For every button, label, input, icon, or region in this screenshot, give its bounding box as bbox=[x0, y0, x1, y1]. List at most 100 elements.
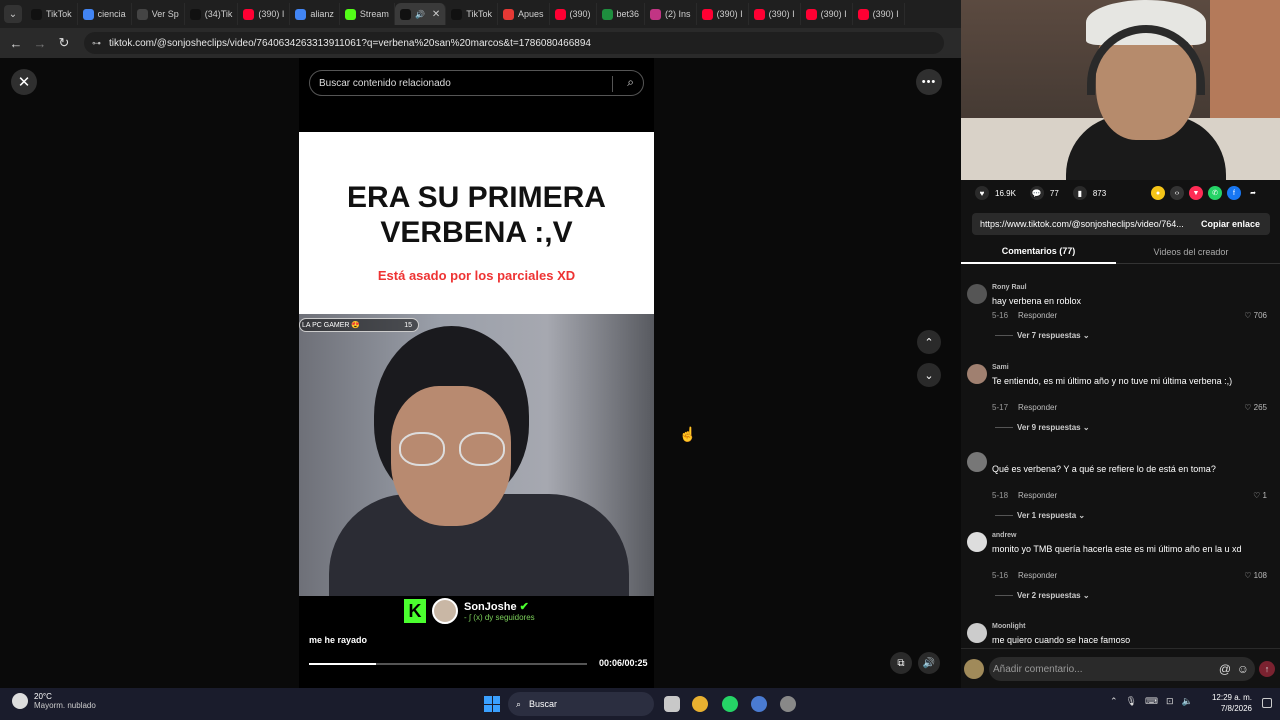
comment-likes[interactable]: ♡ 1 bbox=[1253, 491, 1267, 500]
view-replies-button[interactable]: Ver 1 respuesta ⌄ bbox=[995, 511, 1085, 520]
browser-tab[interactable]: (390) I bbox=[697, 3, 749, 25]
file-explorer-icon[interactable] bbox=[664, 696, 680, 712]
tab-search-chevron-icon[interactable]: ⌄ bbox=[4, 5, 22, 23]
reply-button[interactable]: Responder bbox=[1018, 311, 1057, 320]
related-search-input[interactable]: Buscar contenido relacionado ⌕ bbox=[309, 70, 644, 96]
comment-avatar[interactable] bbox=[967, 452, 987, 472]
copy-link-button[interactable]: Copiar enlace bbox=[1201, 219, 1260, 229]
video-frame: LA PC GAMER 😍 15 bbox=[299, 314, 654, 596]
bookmark-icon[interactable]: ▮ bbox=[1072, 186, 1087, 200]
tab-comments[interactable]: Comentarios (77) bbox=[961, 240, 1116, 264]
network-icon[interactable]: ⊡ bbox=[1166, 696, 1174, 707]
heart-icon[interactable]: ♥ bbox=[975, 186, 989, 200]
share-arrow-icon[interactable]: ➦ bbox=[1246, 186, 1260, 200]
weather-widget[interactable]: 20°C Mayorm. nublado bbox=[12, 692, 96, 710]
notification-icon[interactable] bbox=[1262, 698, 1272, 708]
saves-count: 873 bbox=[1092, 188, 1107, 198]
tab-audio-icon[interactable]: 🔊 bbox=[415, 10, 425, 19]
browser-tab[interactable]: (390) I bbox=[238, 3, 291, 25]
browser-tab[interactable]: (390) I bbox=[749, 3, 801, 25]
volume-icon[interactable]: 🔊 bbox=[918, 652, 940, 674]
browser-tab[interactable]: Ver Sp bbox=[132, 3, 185, 25]
stream-tag: LA PC GAMER 😍 15 bbox=[299, 318, 419, 332]
tab-favicon-icon bbox=[753, 8, 765, 20]
comment-avatar[interactable] bbox=[967, 284, 987, 304]
browser-tab[interactable]: (34)Tik bbox=[185, 3, 239, 25]
app-icon[interactable] bbox=[780, 696, 796, 712]
next-video-chevron-down-icon[interactable]: ⌄ bbox=[917, 363, 941, 387]
clock[interactable]: 12:29 a. m. 7/8/2026 bbox=[1206, 692, 1252, 714]
reply-button[interactable]: Responder bbox=[1018, 403, 1057, 412]
browser-tab[interactable]: (390) I bbox=[801, 3, 853, 25]
comment-text: hay verbena en roblox bbox=[992, 296, 1082, 306]
whatsapp-taskbar-icon[interactable] bbox=[722, 696, 738, 712]
browser-tab[interactable]: Stream bbox=[340, 3, 395, 25]
add-comment-input[interactable]: Añadir comentario... @ ☺ bbox=[989, 657, 1255, 681]
weather-temp: 20°C bbox=[34, 692, 52, 701]
url-field[interactable]: ⊶ tiktok.com/@sonjosheclips/video/764063… bbox=[84, 32, 944, 54]
comment-meta: 5-16 Responder bbox=[992, 571, 1057, 580]
speaker-icon[interactable]: 🔈 bbox=[1182, 696, 1193, 707]
post-comment-arrow-icon[interactable]: ↑ bbox=[1259, 661, 1275, 677]
browser-tab[interactable]: Apues bbox=[498, 3, 550, 25]
comment-username[interactable]: Sami bbox=[992, 364, 1009, 371]
taskbar-search[interactable]: ⌕ Buscar bbox=[508, 692, 654, 716]
progress-bar[interactable] bbox=[309, 663, 587, 665]
picture-in-picture-icon[interactable]: ⧉ bbox=[890, 652, 912, 674]
browser-tab[interactable]: (390) bbox=[550, 3, 597, 25]
comment-icon[interactable]: 💬 bbox=[1029, 186, 1044, 200]
browser-tab[interactable]: (2) Ins bbox=[645, 3, 697, 25]
video-player[interactable]: Buscar contenido relacionado ⌕ ERA SU PR… bbox=[299, 58, 654, 688]
comment-username[interactable]: Rony Raul bbox=[992, 284, 1027, 291]
chrome-profile-icon[interactable] bbox=[751, 696, 767, 712]
comment-avatar[interactable] bbox=[967, 623, 987, 643]
keyboard-icon[interactable]: ⌨ bbox=[1145, 696, 1158, 707]
previous-video-chevron-up-icon[interactable]: ⌃ bbox=[917, 330, 941, 354]
tab-favicon-icon bbox=[136, 8, 148, 20]
browser-tab[interactable]: alianz bbox=[290, 3, 340, 25]
close-icon[interactable]: ✕ bbox=[11, 69, 37, 95]
chevron-down-icon: ⌄ bbox=[1082, 591, 1090, 600]
tab-close-icon[interactable]: ✕ bbox=[432, 9, 440, 20]
comment-username[interactable]: andrew bbox=[992, 532, 1017, 539]
comment-likes[interactable]: ♡ 108 bbox=[1244, 571, 1267, 580]
search-icon[interactable]: ⌕ bbox=[627, 75, 634, 90]
reply-button[interactable]: Responder bbox=[1018, 491, 1057, 500]
comment-date: 5-16 bbox=[992, 571, 1009, 580]
tab-creator-videos[interactable]: Videos del creador bbox=[1116, 240, 1266, 264]
clock-date: 7/8/2026 bbox=[1220, 704, 1252, 713]
reload-icon[interactable]: ↻ bbox=[52, 35, 76, 51]
reply-button[interactable]: Responder bbox=[1018, 571, 1057, 580]
chrome-icon[interactable] bbox=[692, 696, 708, 712]
repost-icon[interactable]: ● bbox=[1151, 186, 1165, 200]
browser-tab[interactable]: (390) I bbox=[853, 3, 905, 25]
tray-chevron-icon[interactable]: ⌃ bbox=[1110, 696, 1118, 707]
comment-avatar[interactable] bbox=[967, 364, 987, 384]
windows-start-icon[interactable] bbox=[484, 696, 500, 712]
forward-arrow-icon[interactable]: → bbox=[28, 36, 52, 51]
comment-username[interactable]: Moonlight bbox=[992, 623, 1025, 630]
view-replies-button[interactable]: Ver 7 respuestas ⌄ bbox=[995, 331, 1090, 340]
browser-tab[interactable]: TikTok bbox=[446, 3, 498, 25]
progress-fill bbox=[309, 663, 376, 665]
comment-likes[interactable]: ♡ 706 bbox=[1244, 311, 1267, 320]
back-arrow-icon[interactable]: ← bbox=[4, 36, 28, 51]
emoji-icon[interactable]: ☺ bbox=[1237, 662, 1249, 676]
add-comment-placeholder: Añadir comentario... bbox=[993, 663, 1083, 675]
browser-tab[interactable]: TikTok bbox=[26, 3, 78, 25]
view-replies-button[interactable]: Ver 9 respuestas ⌄ bbox=[995, 423, 1090, 432]
mention-icon[interactable]: @ bbox=[1219, 662, 1231, 676]
whatsapp-icon[interactable]: ✆ bbox=[1208, 186, 1222, 200]
view-replies-button[interactable]: Ver 2 respuestas ⌄ bbox=[995, 591, 1090, 600]
facebook-icon[interactable]: f bbox=[1227, 186, 1241, 200]
browser-tab[interactable]: 🔊 ✕ bbox=[394, 3, 447, 25]
send-icon[interactable]: ▼ bbox=[1189, 186, 1203, 200]
microphone-icon[interactable]: 🎙 bbox=[1126, 696, 1137, 707]
browser-tab[interactable]: bet36 bbox=[597, 3, 646, 25]
more-options-icon[interactable]: ••• bbox=[916, 69, 942, 95]
site-info-icon[interactable]: ⊶ bbox=[92, 38, 101, 49]
browser-tab[interactable]: ciencia bbox=[78, 3, 132, 25]
comment-avatar[interactable] bbox=[967, 532, 987, 552]
embed-icon[interactable]: ‹› bbox=[1170, 186, 1184, 200]
comment-likes[interactable]: ♡ 265 bbox=[1244, 403, 1267, 412]
